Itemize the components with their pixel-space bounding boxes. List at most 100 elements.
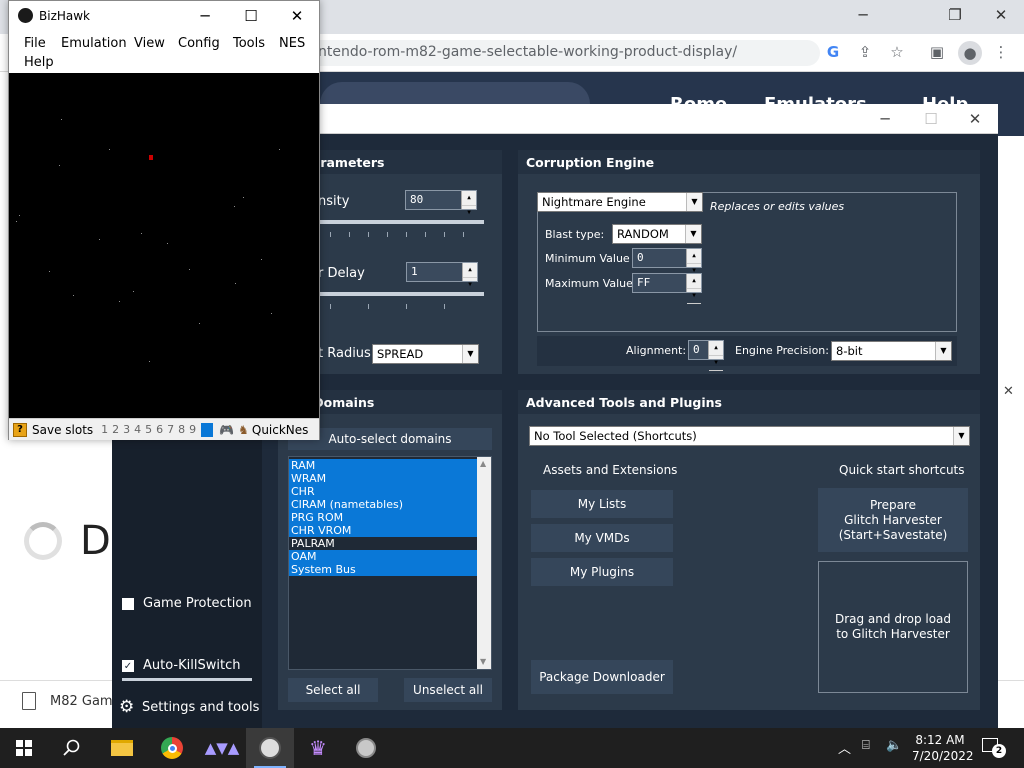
save-slot-6[interactable]: 6 [154, 423, 165, 436]
my-vmds-button[interactable]: My VMDs [531, 524, 673, 552]
menu-help[interactable]: Help [24, 55, 54, 70]
intensity-input[interactable]: 80 ▲ ▼ [405, 190, 477, 221]
menu-nes[interactable]: NES [279, 36, 305, 51]
delay-input[interactable]: 1 ▲ ▼ [406, 262, 478, 293]
delay-slider-ticks [330, 304, 480, 309]
chrome-button[interactable] [148, 728, 196, 768]
tool-select-value: No Tool Selected (Shortcuts) [534, 429, 697, 443]
maximize-icon: ☐ [924, 110, 938, 128]
max-value-spinner[interactable]: ▲ ▼ [686, 274, 701, 304]
domain-item[interactable]: PALRAM [289, 537, 477, 550]
loading-spinner-icon [24, 522, 62, 560]
save-slot-8[interactable]: 8 [176, 423, 187, 436]
precision-dropdown[interactable]: 8-bit ▼ [831, 341, 952, 361]
tool-select-dropdown[interactable]: No Tool Selected (Shortcuts) ▼ [529, 426, 970, 446]
bizhawk-taskbar-button[interactable] [246, 728, 294, 768]
bizhawk-close-button[interactable]: ✕ [274, 1, 320, 31]
menu-view[interactable]: View [134, 36, 165, 51]
save-slot-7[interactable]: 7 [165, 423, 176, 436]
domain-item[interactable]: PRG ROM [289, 511, 477, 524]
domain-item[interactable]: System Bus [289, 563, 477, 576]
blast-type-dropdown[interactable]: RANDOM ▼ [612, 224, 702, 244]
radius-label: t Radius: [318, 346, 376, 361]
share-icon[interactable]: ⇪ [854, 41, 876, 63]
active-slot-indicator[interactable] [201, 422, 214, 437]
my-lists-button[interactable]: My Lists [531, 490, 673, 518]
clock[interactable]: 8:12 AM 7/20/2022 [912, 732, 974, 764]
engine-dropdown[interactable]: Nightmare Engine ▼ [537, 192, 703, 212]
domain-item[interactable]: WRAM [289, 472, 477, 485]
profile-avatar-icon[interactable]: ● [958, 41, 982, 65]
bizhawk-minimize-button[interactable]: ─ [182, 1, 228, 31]
min-value-input[interactable]: 0 ▲ ▼ [632, 248, 702, 279]
domain-item[interactable]: CHR [289, 485, 477, 498]
rtc-maximize-button[interactable]: ☐ [908, 104, 954, 134]
search-button[interactable] [48, 728, 96, 768]
start-button[interactable] [0, 728, 48, 768]
spin-up-icon: ▲ [687, 249, 701, 264]
delay-slider[interactable] [318, 292, 484, 296]
save-slot-1[interactable]: 1 [99, 423, 110, 436]
domain-item[interactable]: RAM [289, 459, 477, 472]
menu-emulation[interactable]: Emulation [61, 36, 127, 51]
intensity-slider[interactable] [318, 220, 484, 224]
tray-expand-icon[interactable]: ︿ [838, 738, 851, 757]
browser-minimize-button[interactable]: ─ [840, 0, 886, 30]
prepare-glitch-harvester-button[interactable]: Prepare Glitch Harvester (Start+Savestat… [818, 488, 968, 552]
bookmark-star-icon[interactable]: ☆ [886, 41, 908, 63]
auto-killswitch-checkbox[interactable]: ✓ [122, 660, 134, 672]
my-plugins-button[interactable]: My Plugins [531, 558, 673, 586]
browser-restore-button[interactable]: ❐ [932, 0, 978, 30]
star-pixel [59, 165, 60, 166]
save-slot-9[interactable]: 9 [187, 423, 198, 436]
emulator-screen[interactable] [9, 73, 319, 418]
menu-tools[interactable]: Tools [233, 36, 265, 51]
radius-dropdown[interactable]: SPREAD ▼ [372, 344, 479, 364]
domain-list[interactable]: RAM WRAM CHR CIRAM (nametables) PRG ROM CHR V… [288, 456, 492, 670]
max-value-input[interactable]: FF ▲ ▼ [632, 273, 702, 304]
download-filename[interactable]: M82 Game [50, 694, 121, 709]
close-icon: ✕ [994, 6, 1008, 24]
save-slot-5[interactable]: 5 [143, 423, 154, 436]
disc-app-button[interactable] [342, 728, 390, 768]
scroll-down-icon[interactable]: ▼ [480, 657, 486, 666]
star-pixel [167, 243, 168, 244]
notification-center-button[interactable]: 2 [982, 738, 1006, 758]
domain-item[interactable]: CHR VROM [289, 524, 477, 537]
scroll-up-icon[interactable]: ▲ [480, 459, 486, 468]
minimize-icon: ─ [858, 6, 868, 24]
file-explorer-button[interactable] [98, 728, 146, 768]
domain-item[interactable]: CIRAM (nametables) [289, 498, 477, 511]
bizhawk-maximize-button[interactable]: ☐ [228, 1, 274, 31]
drag-drop-zone[interactable]: Drag and drop load to Glitch Harvester [818, 561, 968, 693]
popup-close-icon[interactable]: ✕ [1003, 384, 1014, 399]
min-value-spinner[interactable]: ▲ ▼ [686, 249, 701, 279]
unselect-all-button[interactable]: Unselect all [404, 678, 492, 702]
menu-config[interactable]: Config [178, 36, 220, 51]
glitch-harvester-button[interactable]: ♛ [294, 728, 342, 768]
save-slot-3[interactable]: 3 [121, 423, 132, 436]
save-slot-4[interactable]: 4 [132, 423, 143, 436]
rtc-minimize-button[interactable]: ─ [862, 104, 908, 134]
star-pixel [279, 149, 280, 150]
domain-list-scrollbar[interactable]: ▲ ▼ [477, 457, 491, 669]
select-all-button[interactable]: Select all [288, 678, 378, 702]
google-icon[interactable]: G [822, 41, 844, 63]
game-protection-checkbox[interactable] [122, 598, 134, 610]
alignment-spinner[interactable]: ▲ ▼ [708, 341, 723, 371]
domain-item[interactable]: OAM [289, 550, 477, 563]
network-icon[interactable]: ⌸ [862, 738, 870, 753]
rtc-close-button[interactable]: ✕ [952, 104, 998, 134]
volume-icon[interactable]: 🔈 [886, 738, 902, 753]
alignment-input[interactable]: 0 ▲ ▼ [688, 340, 724, 371]
save-slot-2[interactable]: 2 [110, 423, 121, 436]
side-panel-icon[interactable]: ▣ [926, 41, 948, 63]
intensity-spinner[interactable]: ▲ ▼ [461, 191, 476, 221]
rtc-launcher-button[interactable]: ▲▼▲ [198, 728, 246, 768]
killswitch-meter [122, 678, 252, 681]
browser-menu-icon[interactable]: ⋮ [990, 41, 1012, 63]
package-downloader-button[interactable]: Package Downloader [531, 660, 673, 694]
delay-spinner[interactable]: ▲ ▼ [462, 263, 477, 293]
menu-file[interactable]: File [24, 36, 46, 51]
browser-close-button[interactable]: ✕ [978, 0, 1024, 30]
